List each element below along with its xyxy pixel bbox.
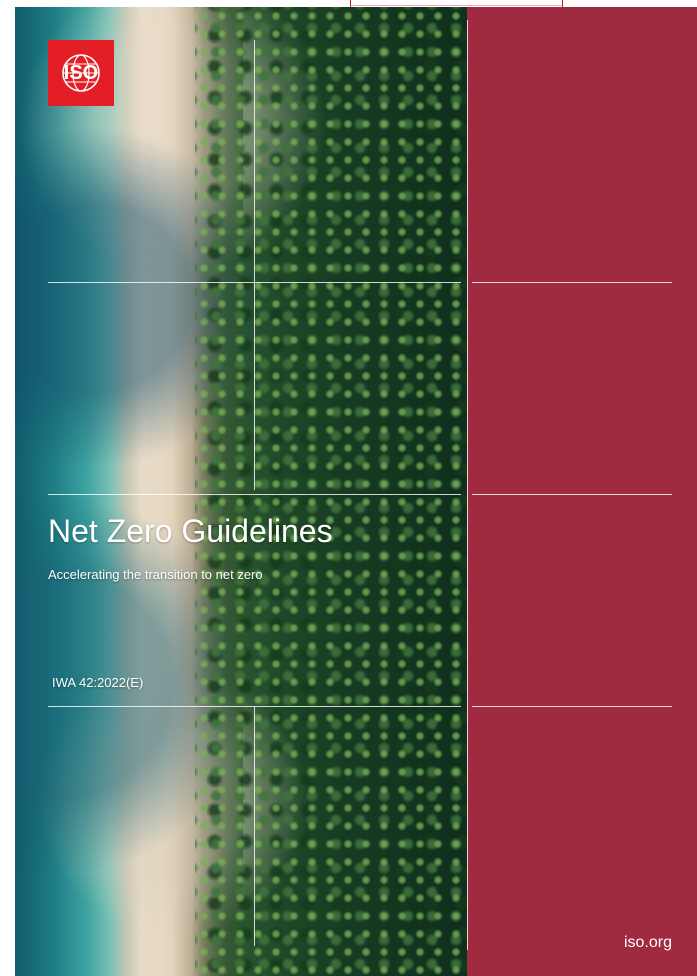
logo-text: ISO: [64, 62, 98, 84]
cover-photo: [15, 7, 467, 976]
document-title: Net Zero Guidelines: [48, 513, 333, 549]
document-cover: ISO Net Zero Guidelines Accelerating the…: [0, 0, 697, 976]
website-link[interactable]: iso.org: [624, 934, 672, 952]
document-subtitle: Accelerating the transition to net zero: [48, 567, 263, 582]
grid-line-horizontal-3-left: [48, 706, 461, 707]
grid-line-horizontal-1-right: [472, 282, 672, 283]
grid-line-vertical-bottom: [254, 706, 255, 946]
iso-globe-icon: ISO: [62, 54, 100, 92]
crop-guide: [350, 5, 562, 6]
grid-line-horizontal-2-left: [48, 494, 461, 495]
grid-line-horizontal-2-right: [472, 494, 672, 495]
grid-line-horizontal-1-left: [48, 282, 461, 283]
document-number: IWA 42:2022(E): [52, 675, 144, 690]
grid-line-vertical-top: [254, 40, 255, 490]
side-color-panel: [467, 7, 697, 976]
grid-line-horizontal-3-right: [472, 706, 672, 707]
iso-logo: ISO: [48, 40, 114, 106]
palm-canopy-texture: [195, 7, 467, 976]
grid-line-panel-edge: [467, 20, 468, 950]
